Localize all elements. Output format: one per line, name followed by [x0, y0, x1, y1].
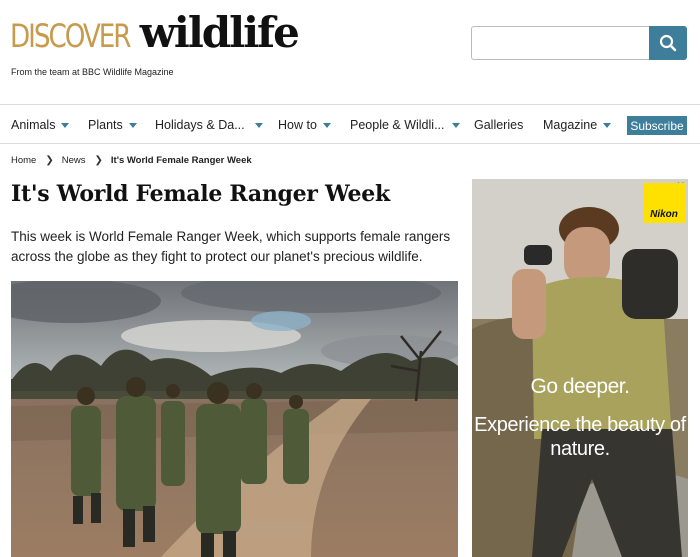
nav-item-label: How to [278, 118, 317, 132]
breadcrumb-news[interactable]: News [62, 155, 86, 166]
site-tagline: From the team at BBC Wildlife Magazine [11, 67, 174, 77]
nav-item-holidays[interactable]: Holidays & Da... [155, 105, 263, 145]
advertisement[interactable]: ✕ Nikon Go deeper. Experience the beauty… [472, 179, 688, 557]
site-logo[interactable]: DISCOVER wildlife [10, 8, 300, 57]
ad-subheadline: Experience the beauty of nature. [474, 414, 686, 460]
article-hero-image [11, 281, 458, 557]
caret-down-icon [254, 123, 263, 128]
nav-item-label: People & Wildli... [350, 118, 445, 132]
ad-headline: Go deeper. [530, 375, 630, 398]
search-button[interactable] [649, 26, 687, 60]
nav-item-label: Holidays & Da... [155, 118, 245, 132]
article-title: It's World Female Ranger Week [11, 181, 390, 207]
nav-item-magazine[interactable]: Magazine [543, 105, 612, 145]
nav-item-how-to[interactable]: How to [278, 105, 331, 145]
chevron-right-icon: ❯ [45, 155, 54, 166]
search-field[interactable] [471, 26, 649, 60]
breadcrumb: Home ❯ News ❯ It's World Female Ranger W… [11, 155, 252, 166]
subscribe-button[interactable]: Subscribe [627, 116, 687, 135]
nav-item-label: Galleries [474, 118, 524, 132]
article-standfirst: This week is World Female Ranger Week, w… [11, 229, 451, 264]
caret-down-icon [452, 123, 461, 128]
nav-item-galleries[interactable]: Galleries [474, 105, 523, 145]
search-input[interactable] [472, 27, 649, 59]
site-header: DISCOVER wildlife From the team at BBC Wi… [0, 0, 700, 104]
nav-item-people-wildlife[interactable]: People & Wildli... [350, 105, 461, 145]
breadcrumb-home[interactable]: Home [11, 155, 36, 166]
search-icon [659, 34, 677, 52]
nav-item-label: Plants [88, 118, 123, 132]
nikon-logo: Nikon [643, 183, 685, 223]
chevron-right-icon: ❯ [94, 155, 103, 166]
logo-wildlife-text: wildlife [139, 8, 300, 57]
nav-item-label: Magazine [543, 118, 598, 132]
caret-down-icon [61, 123, 70, 128]
nav-item-plants[interactable]: Plants [88, 105, 137, 145]
nav-item-label: Animals [11, 118, 56, 132]
nikon-brand-text: Nikon [650, 209, 678, 220]
caret-down-icon [322, 123, 331, 128]
caret-down-icon [603, 123, 612, 128]
caret-down-icon [128, 123, 137, 128]
breadcrumb-current: It's World Female Ranger Week [110, 155, 252, 166]
nav-item-animals[interactable]: Animals [11, 105, 70, 145]
logo-discover-text: DISCOVER [10, 17, 132, 55]
main-nav: Animals Plants Holidays & Da... How to P… [0, 104, 700, 144]
